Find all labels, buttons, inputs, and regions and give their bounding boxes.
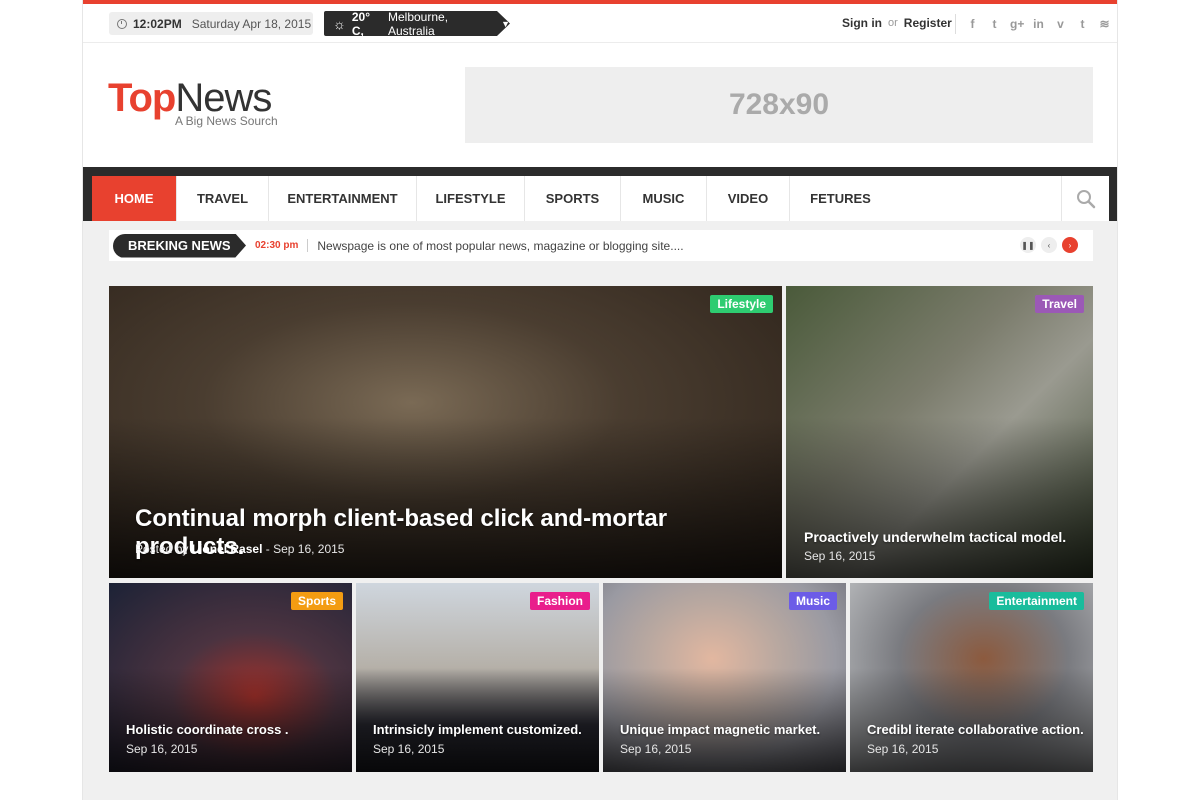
auth-links: Sign in or Register (842, 16, 952, 30)
pause-icon[interactable]: ❚❚ (1020, 237, 1036, 253)
nav-item-home[interactable]: HOME (92, 176, 177, 221)
search-button[interactable] (1061, 176, 1109, 221)
weather-location: Melbourne, Australia (388, 9, 449, 38)
facebook-icon[interactable]: f (966, 17, 979, 31)
breaking-news-time: 02:30 pm (255, 240, 299, 251)
post-date: Sep 16, 2015 (867, 742, 939, 756)
vimeo-icon[interactable]: v (1054, 17, 1067, 31)
search-icon (1076, 189, 1095, 208)
posted-by-label: Posted by (135, 542, 189, 556)
nav-item-travel[interactable]: TRAVEL (177, 176, 269, 221)
featured-side-card[interactable]: Travel Proactively underwhelm tactical m… (786, 286, 1093, 578)
twitter-icon[interactable]: t (988, 17, 1001, 31)
post-date: Sep 16, 2015 (373, 742, 445, 756)
chevron-down-icon: ▼ (501, 18, 510, 29)
nav-item-entertainment[interactable]: ENTERTAINMENT (269, 176, 417, 221)
date-time-box: 12:02PM Saturday Apr 18, 2015 (109, 12, 313, 35)
category-badge-fashion[interactable]: Fashion (529, 592, 590, 610)
post-card-fashion[interactable]: Fashion Intrinsicly implement customized… (356, 583, 599, 772)
ad-banner[interactable]: 728x90 (465, 67, 1093, 143)
nav-item-lifestyle[interactable]: LIFESTYLE (417, 176, 525, 221)
post-title[interactable]: Credibl iterate collaborative action. (867, 722, 1087, 737)
nav-item-fetures[interactable]: FETURES (790, 176, 891, 221)
rss-icon[interactable]: ≋ (1098, 17, 1111, 31)
social-links: f t g+ in v t ≋ (955, 14, 1111, 34)
post-date: Sep 16, 2015 (126, 742, 198, 756)
main-nav-wrapper: HOME TRAVEL ENTERTAINMENT LIFESTYLE SPOR… (83, 167, 1117, 221)
category-badge-sports[interactable]: Sports (290, 592, 343, 610)
current-time: 12:02PM (133, 16, 182, 31)
post-title[interactable]: Unique impact magnetic market. (620, 722, 840, 737)
top-bar: 12:02PM Saturday Apr 18, 2015 ☼ 20° C, M… (83, 4, 1117, 43)
tumblr-icon[interactable]: t (1076, 17, 1089, 31)
post-date: Sep 16, 2015 (620, 742, 692, 756)
site-logo[interactable]: TopNews (108, 76, 272, 120)
breaking-news-bar: BREKING NEWS 02:30 pm Newspage is one of… (109, 230, 1093, 261)
weather-temp: 20° C, (351, 9, 370, 38)
featured-main-card[interactable]: Lifestyle Continual morph client-based c… (109, 286, 782, 578)
category-badge-lifestyle[interactable]: Lifestyle (710, 295, 773, 313)
current-date: Saturday Apr 18, 2015 (191, 16, 312, 31)
breaking-news-label: BREKING NEWS (113, 233, 246, 258)
page: 12:02PM Saturday Apr 18, 2015 ☼ 20° C, M… (82, 0, 1118, 800)
post-card-sports[interactable]: Sports Holistic coordinate cross . Sep 1… (109, 583, 352, 772)
clock-icon (117, 18, 127, 29)
post-card-entertainment[interactable]: Entertainment Credibl iterate collaborat… (850, 583, 1093, 772)
weather-icon: ☼ (333, 15, 346, 32)
auth-or: or (888, 17, 898, 29)
post-title[interactable]: Intrinsicly implement customized. (373, 722, 593, 737)
ticker-controls: ❚❚ ‹ › (1020, 237, 1078, 253)
google-plus-icon[interactable]: g+ (1010, 17, 1024, 31)
prev-icon[interactable]: ‹ (1041, 237, 1057, 253)
category-badge-music[interactable]: Music (788, 592, 837, 610)
main-nav: HOME TRAVEL ENTERTAINMENT LIFESTYLE SPOR… (92, 176, 1109, 221)
category-badge-travel[interactable]: Travel (1035, 295, 1084, 313)
post-title[interactable]: Holistic coordinate cross . (126, 722, 346, 737)
sign-in-link[interactable]: Sign in (842, 16, 882, 30)
breaking-divider (307, 239, 309, 252)
nav-item-music[interactable]: MUSIC (621, 176, 707, 221)
linkedin-icon[interactable]: in (1032, 17, 1045, 31)
post-card-music[interactable]: Music Unique impact magnetic market. Sep… (603, 583, 846, 772)
site-tagline: A Big News Sourch (175, 114, 278, 128)
featured-side-date: Sep 16, 2015 (804, 549, 876, 563)
featured-side-title[interactable]: Proactively underwhelm tactical model. (804, 529, 1089, 545)
breaking-news-text[interactable]: Newspage is one of most popular news, ma… (317, 239, 683, 253)
featured-main-meta: Posted by Lionel Rasel - Sep 16, 2015 (135, 542, 344, 556)
author-name[interactable]: Lionel Rasel (192, 542, 263, 556)
next-icon[interactable]: › (1062, 237, 1078, 253)
nav-item-sports[interactable]: SPORTS (525, 176, 621, 221)
category-badge-entertainment[interactable]: Entertainment (989, 592, 1084, 610)
post-date: - Sep 16, 2015 (265, 542, 345, 556)
logo-top: Top (108, 76, 176, 120)
nav-item-video[interactable]: VIDEO (707, 176, 790, 221)
register-link[interactable]: Register (904, 16, 952, 30)
weather-widget[interactable]: ☼ 20° C, Melbourne, Australia ▼ (324, 11, 510, 36)
